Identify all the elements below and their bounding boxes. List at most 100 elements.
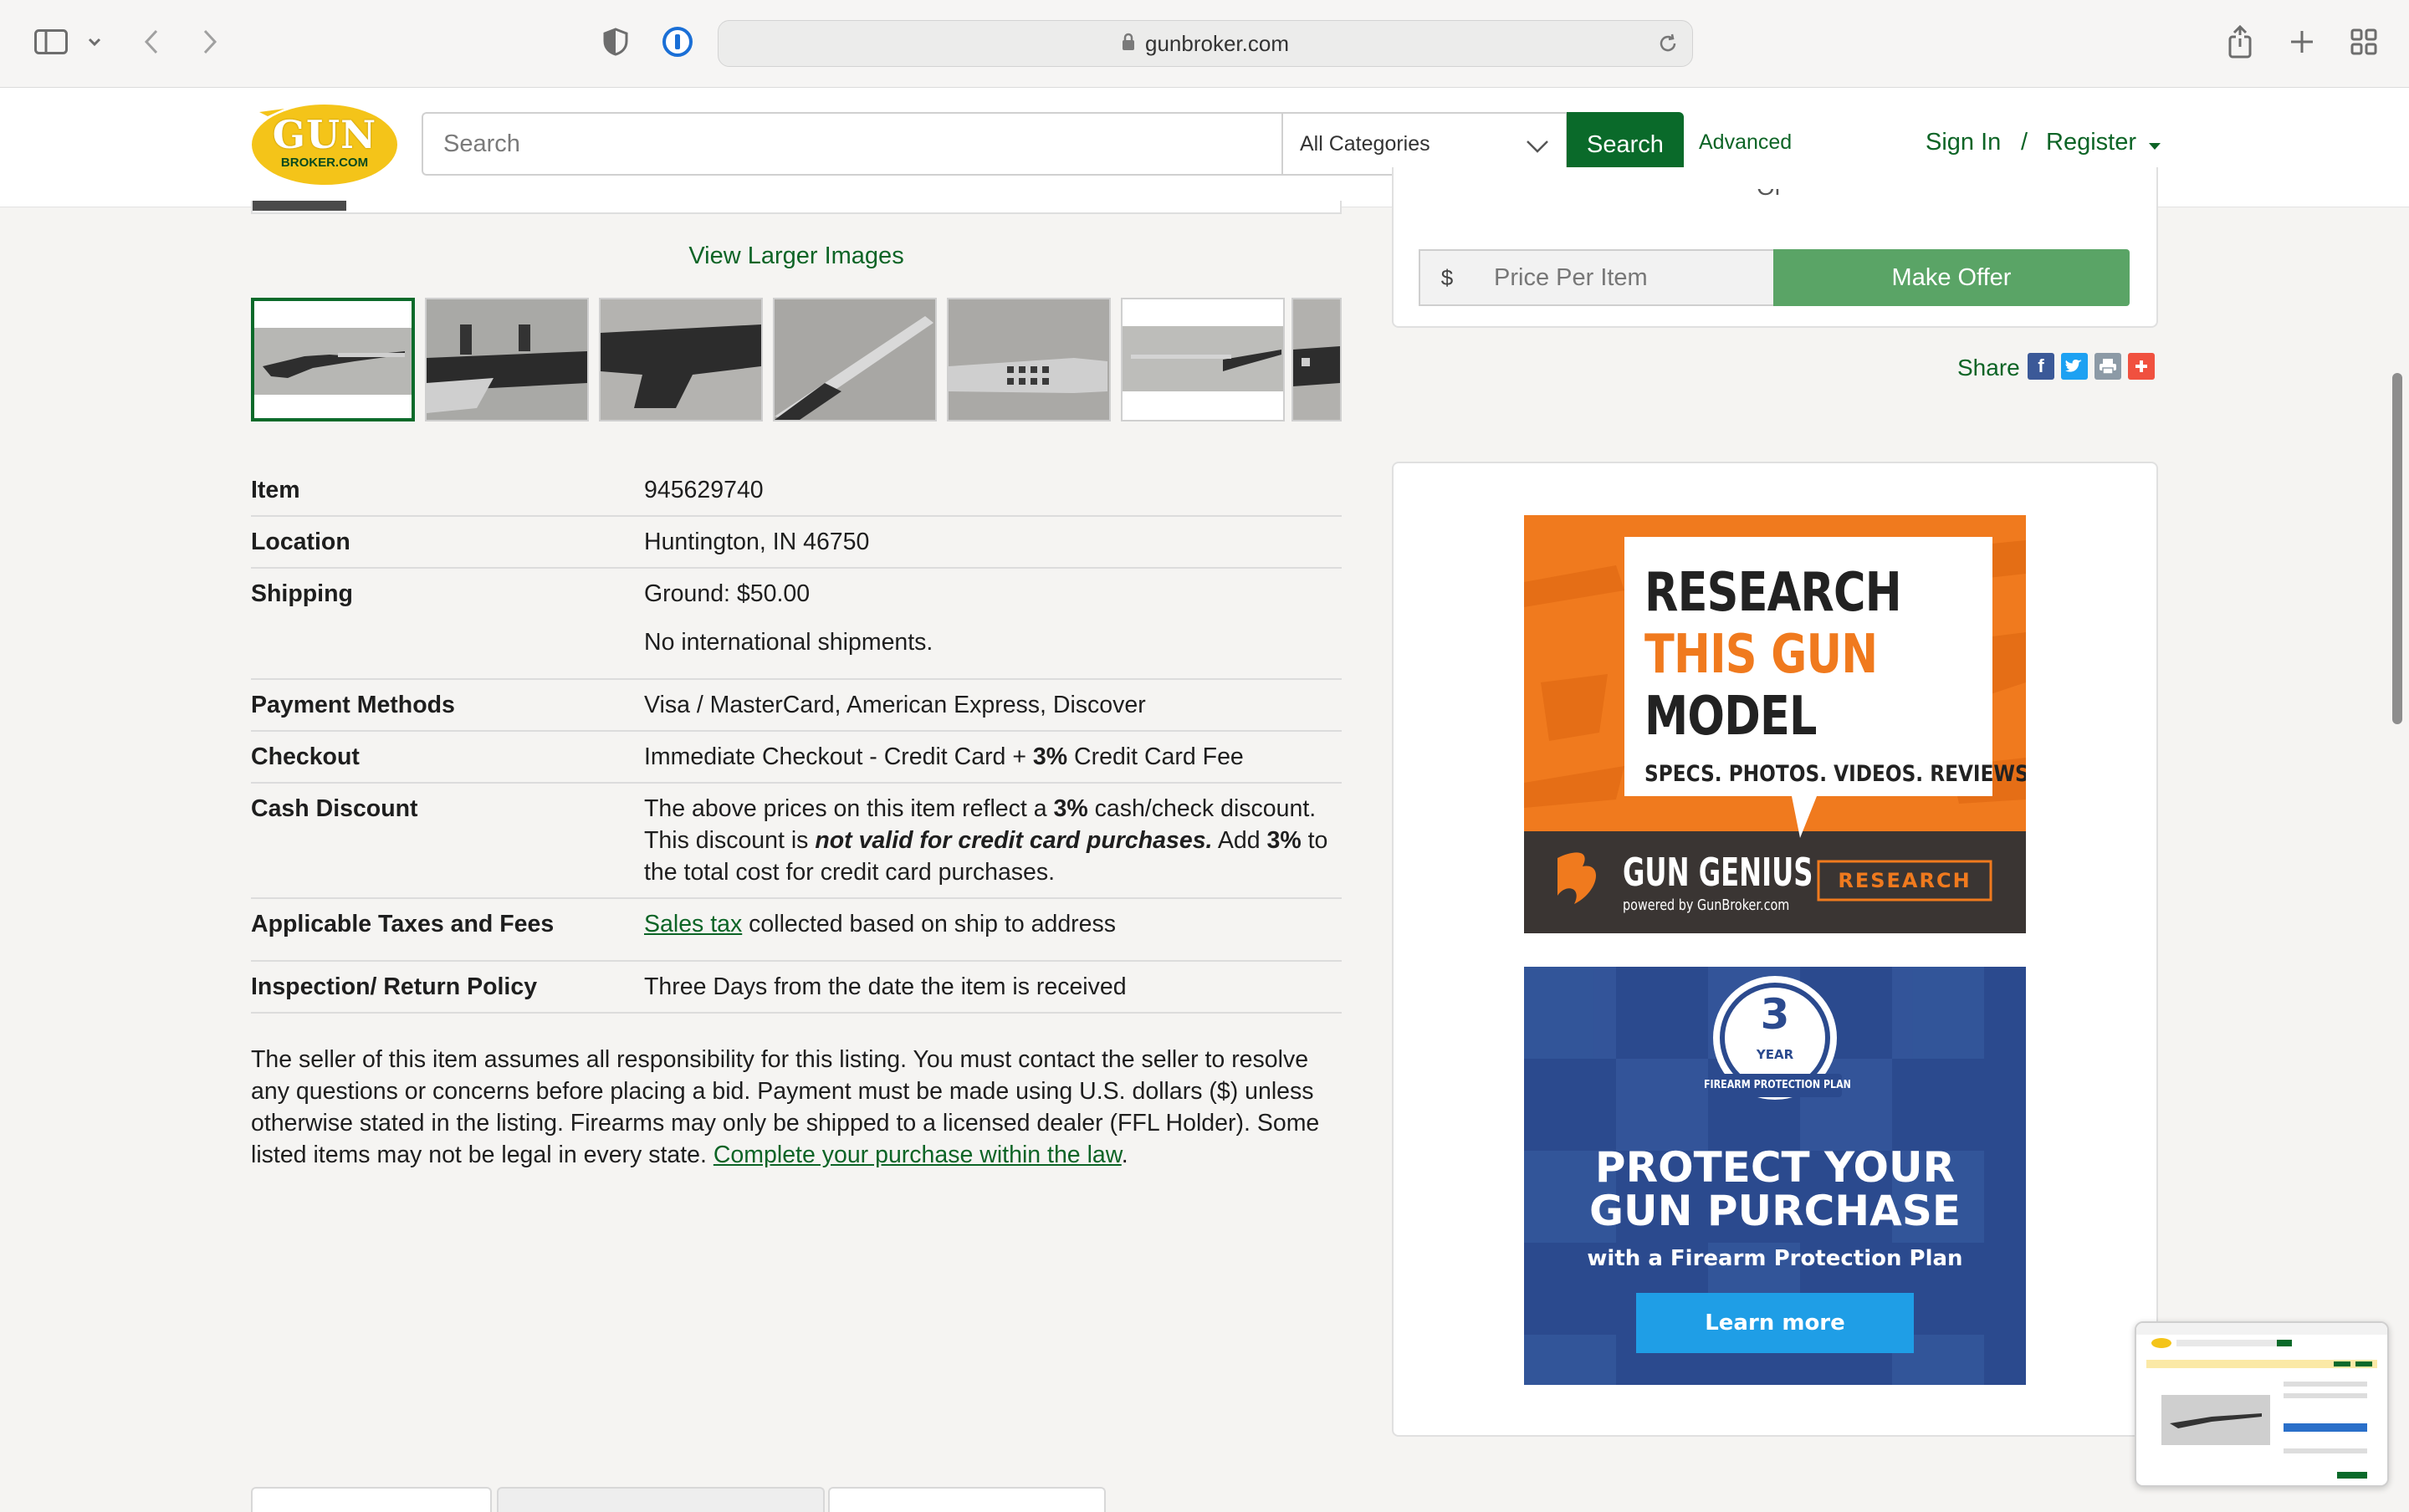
ad1-line-1: RESEARCH (1644, 562, 1902, 624)
taxes-label: Applicable Taxes and Fees (251, 898, 644, 962)
location-label: Location (251, 516, 644, 569)
forward-icon[interactable] (197, 25, 222, 59)
item-value: 945629740 (644, 465, 1342, 517)
item-details-table: Item 945629740 Location Huntington, IN 4… (251, 465, 1342, 1014)
thumbnail-3[interactable] (599, 298, 763, 421)
new-tab-icon[interactable] (2287, 27, 2317, 57)
ad2-learn-more-button[interactable]: Learn more (1636, 1293, 1914, 1353)
ad2-badge-number: 3 (1760, 990, 1790, 1039)
reload-icon[interactable] (1657, 33, 1679, 60)
checkout-text-end: Credit Card Fee (1067, 743, 1244, 770)
thumbnail-7[interactable] (1291, 298, 1342, 421)
image-viewer-indicator (253, 201, 346, 211)
password-manager-icon[interactable] (661, 25, 694, 59)
thumbnail-5[interactable] (947, 298, 1111, 421)
taxes-value: Sales tax collected based on ship to add… (644, 898, 1342, 962)
payment-methods-value: Visa / MasterCard, American Express, Dis… (644, 679, 1342, 732)
category-select[interactable]: All Categories (1281, 112, 1568, 176)
back-icon[interactable] (139, 25, 164, 59)
share-label: Share (1957, 355, 2020, 381)
ad1-line-3: MODEL (1644, 686, 1817, 748)
table-row: Payment Methods Visa / MasterCard, Ameri… (251, 679, 1342, 732)
facebook-icon[interactable]: f (2028, 353, 2054, 380)
view-larger-images-link[interactable]: View Larger Images (251, 243, 1342, 270)
image-viewer-bottom (251, 201, 1342, 214)
ad1-brand: GUN GENIUS (1623, 850, 1813, 895)
price-per-item-input[interactable] (1474, 249, 1775, 306)
category-value: All Categories (1300, 131, 1430, 156)
ad1-research-button[interactable]: RESEARCH (1818, 861, 1991, 900)
logo-text-top: GUN (272, 112, 377, 157)
gunbroker-logo[interactable]: GUN BROKER.COM (251, 104, 398, 186)
add-share-icon[interactable] (2128, 353, 2155, 380)
thumbnail-6[interactable] (1121, 298, 1285, 421)
tab-seller[interactable] (828, 1487, 1106, 1512)
payment-methods-label: Payment Methods (251, 679, 644, 732)
cash-percent-2: 3% (1266, 827, 1302, 854)
table-row: Shipping Ground: $50.00 No international… (251, 568, 1342, 680)
logo-text-bottom: BROKER.COM (280, 156, 369, 170)
return-policy-value: Three Days from the date the item is rec… (644, 961, 1342, 1014)
shipping-cost: Ground: $50.00 (644, 580, 811, 607)
url-text: gunbroker.com (1145, 30, 1289, 56)
ad2-badge-year: YEAR (1756, 1047, 1794, 1062)
seller-disclaimer: The seller of this item assumes all resp… (251, 1044, 1347, 1171)
make-offer-button[interactable]: Make Offer (1773, 249, 2130, 306)
share-icon[interactable] (2225, 23, 2255, 60)
chevron-down-icon[interactable] (85, 32, 104, 52)
checkout-value: Immediate Checkout - Credit Card + 3% Cr… (644, 731, 1342, 784)
shipping-value: Ground: $50.00 No international shipment… (644, 568, 1342, 680)
ad2-headline-1: PROTECT YOUR (1594, 1143, 1956, 1192)
page-preview-thumbnail[interactable] (2135, 1321, 2389, 1487)
page-scrollbar[interactable] (2392, 373, 2402, 724)
tab-shipping[interactable] (497, 1487, 825, 1512)
tab-description[interactable] (251, 1487, 492, 1512)
twitter-icon[interactable] (2061, 353, 2088, 380)
ad2-subheadline: with a Firearm Protection Plan (1587, 1246, 1963, 1271)
shipping-label: Shipping (251, 568, 644, 680)
privacy-shield-icon[interactable] (601, 27, 631, 57)
thumbnail-2[interactable] (425, 298, 589, 421)
checkout-text: Immediate Checkout - Credit Card + (644, 743, 1033, 770)
print-icon[interactable] (2094, 353, 2121, 380)
thumbnail-4[interactable] (773, 298, 937, 421)
table-row: Applicable Taxes and Fees Sales tax coll… (251, 898, 1342, 962)
location-value: Huntington, IN 46750 (644, 516, 1342, 569)
cash-discount-label: Cash Discount (251, 783, 644, 899)
cash-not-valid: not valid for credit card purchases. (815, 827, 1213, 854)
sidebar-toggle-icon[interactable] (32, 27, 70, 57)
or-divider: Or (1757, 189, 1790, 207)
register-label: Register (2046, 129, 2136, 156)
ad1-line-2: THIS GUN (1644, 624, 1878, 686)
cash-discount-value: The above prices on this item reflect a … (644, 783, 1342, 899)
taxes-text: collected based on ship to address (742, 911, 1117, 937)
checkout-fee: 3% (1032, 743, 1068, 770)
browser-toolbar: gunbroker.com (0, 0, 2409, 88)
search-input[interactable] (422, 112, 1281, 176)
table-row: Location Huntington, IN 46750 (251, 516, 1342, 569)
sales-tax-link[interactable]: Sales tax (644, 911, 742, 937)
register-link[interactable]: Register (2046, 129, 2161, 157)
thumbnail-1[interactable] (251, 298, 415, 421)
tab-overview-icon[interactable] (2349, 27, 2379, 57)
lock-icon (1122, 31, 1135, 57)
header-separator: / (2021, 129, 2028, 156)
disclaimer-end: . (1121, 1142, 1128, 1168)
cash-percent-1: 3% (1053, 795, 1088, 822)
advanced-search-link[interactable]: Advanced (1699, 130, 1792, 155)
checkout-label: Checkout (251, 731, 644, 784)
chevron-down-icon (1526, 135, 1549, 160)
cash-text-3: Add (1212, 827, 1267, 854)
ad1-powered-by: powered by GunBroker.com (1623, 896, 1790, 914)
ad2-badge-text: FIREARM PROTECTION PLAN (1704, 1079, 1851, 1091)
address-bar[interactable]: gunbroker.com (718, 20, 1693, 67)
purchase-within-law-link[interactable]: Complete your purchase within the law (713, 1142, 1122, 1168)
or-text: Or (1757, 189, 1790, 201)
table-row: Cash Discount The above prices on this i… (251, 783, 1342, 899)
return-policy-label: Inspection/ Return Policy (251, 961, 644, 1014)
shipping-note: No international shipments. (644, 629, 933, 656)
gun-genius-ad[interactable]: RESEARCH THIS GUN MODEL SPECS. PHOTOS. V… (1524, 515, 2026, 933)
sign-in-link[interactable]: Sign In (1926, 129, 2001, 156)
firearm-protection-plan-ad[interactable]: 3 YEAR FIREARM PROTECTION PLAN PROTECT Y… (1524, 967, 2026, 1385)
ad2-headline-2: GUN PURCHASE (1588, 1187, 1961, 1235)
